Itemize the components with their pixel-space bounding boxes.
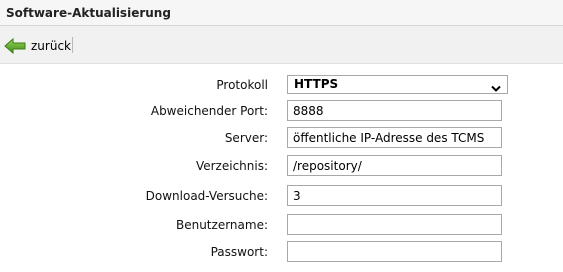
toolbar: zurück [0,26,563,64]
protokoll-select[interactable]: HTTPS [287,75,508,94]
row-verzeichnis: Verzeichnis: [0,154,563,180]
passwort-label: Passwort: [210,245,268,259]
toolbar-separator [72,37,73,53]
protokoll-label: Protokoll [216,78,268,92]
row-benutzername: Benutzername: [0,213,563,239]
benutzername-input[interactable] [287,214,502,235]
row-passwort: Passwort: [0,240,563,266]
port-label: Abweichender Port: [150,104,268,118]
chevron-down-icon [491,81,501,98]
server-input[interactable] [287,127,502,148]
protokoll-selected-value: HTTPS [294,77,339,91]
window-titlebar: Software-Aktualisierung [0,0,563,26]
verzeichnis-label: Verzeichnis: [195,159,268,173]
download-versuche-label: Download-Versuche: [145,189,268,203]
server-label: Server: [224,131,268,145]
back-button[interactable]: zurück [4,36,71,56]
row-port: Abweichender Port: [0,99,563,125]
port-input[interactable] [287,100,502,121]
verzeichnis-input[interactable] [287,155,502,176]
row-download-versuche: Download-Versuche: [0,184,563,210]
arrow-left-icon [4,37,26,55]
download-versuche-input[interactable] [287,185,502,206]
passwort-input[interactable] [287,241,502,262]
back-button-label: zurück [31,39,71,53]
benutzername-label: Benutzername: [175,218,268,232]
row-protokoll: Protokoll HTTPS [0,73,563,99]
window-title: Software-Aktualisierung [6,6,171,20]
row-server: Server: [0,126,563,152]
